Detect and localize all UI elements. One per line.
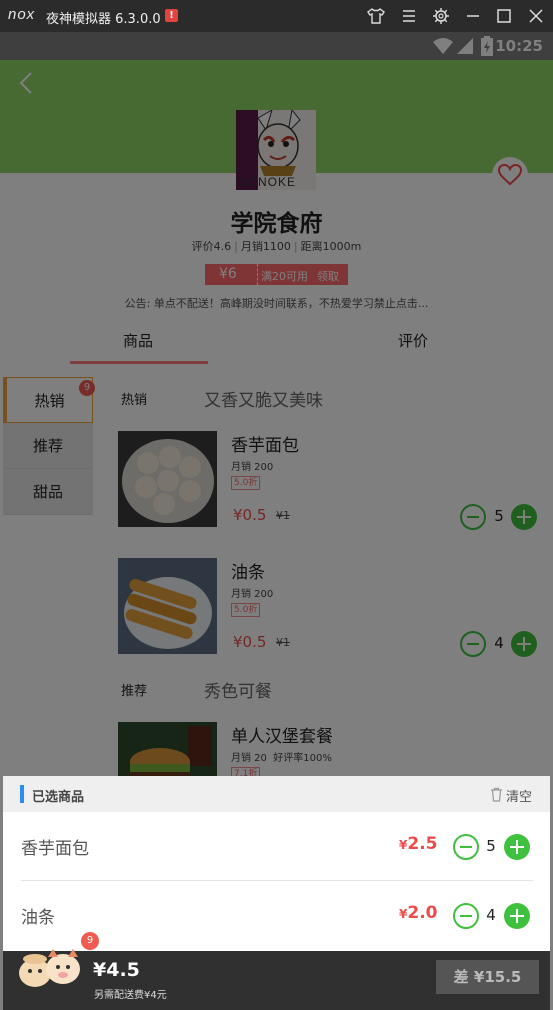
delivery-fee: 另需配送费¥4元 [94, 990, 167, 1001]
cart-item-quantity: 5 [486, 837, 496, 855]
cart-item-name: 油条 [21, 908, 55, 928]
shirt-icon[interactable] [366, 6, 386, 26]
increase-quantity-button[interactable] [504, 834, 530, 860]
cart-count-badge: 9 [81, 932, 99, 950]
cart-item-quantity: 4 [486, 906, 496, 924]
emulator-window: nox 夜神模拟器 6.3.0.0 ! 10:25 [0, 0, 553, 1010]
cart-item-name: 香芋面包 [21, 839, 89, 859]
cart-item-price-value: 2.5 [407, 834, 438, 854]
cart-sheet: 已选商品 清空 香芋面包 ¥2.5 5 油条 ¥2.0 4 [3, 776, 550, 952]
cart-item-price-value: 2.0 [407, 903, 438, 923]
trash-icon [491, 787, 502, 802]
menu-icon[interactable] [399, 6, 419, 26]
cart-sheet-header: 已选商品 清空 [3, 776, 550, 812]
clear-cart-label: 清空 [506, 790, 533, 805]
alert-icon[interactable]: ! [165, 9, 178, 22]
decrease-quantity-button[interactable] [453, 903, 479, 929]
clear-cart-button[interactable]: 清空 [490, 785, 540, 805]
checkout-button[interactable]: 差 ¥15.5 [436, 960, 539, 994]
cart-bottom-bar: 9 ¥4.5 另需配送费¥4元 差 ¥15.5 [3, 932, 550, 1010]
minimize-icon[interactable] [463, 6, 483, 26]
increase-quantity-button[interactable] [504, 903, 530, 929]
decrease-quantity-button[interactable] [453, 834, 479, 860]
emulator-title: 夜神模拟器 6.3.0.0 [46, 12, 161, 27]
cart-header-accent [20, 785, 24, 803]
emulator-title-bar: nox 夜神模拟器 6.3.0.0 ! [0, 0, 553, 32]
cart-button[interactable]: 9 [15, 932, 99, 993]
close-icon[interactable] [526, 6, 546, 26]
cart-item-price: ¥2.5 [399, 834, 437, 854]
maximize-icon[interactable] [494, 6, 514, 26]
cart-item-row: 香芋面包 ¥2.5 5 [3, 812, 550, 880]
gear-icon[interactable] [431, 6, 451, 26]
cart-total: ¥4.5 [93, 959, 140, 981]
nox-logo: nox [8, 6, 36, 23]
cart-title: 已选商品 [32, 790, 85, 805]
cart-mascot-icon [19, 949, 80, 987]
cart-item-price: ¥2.0 [399, 903, 437, 923]
